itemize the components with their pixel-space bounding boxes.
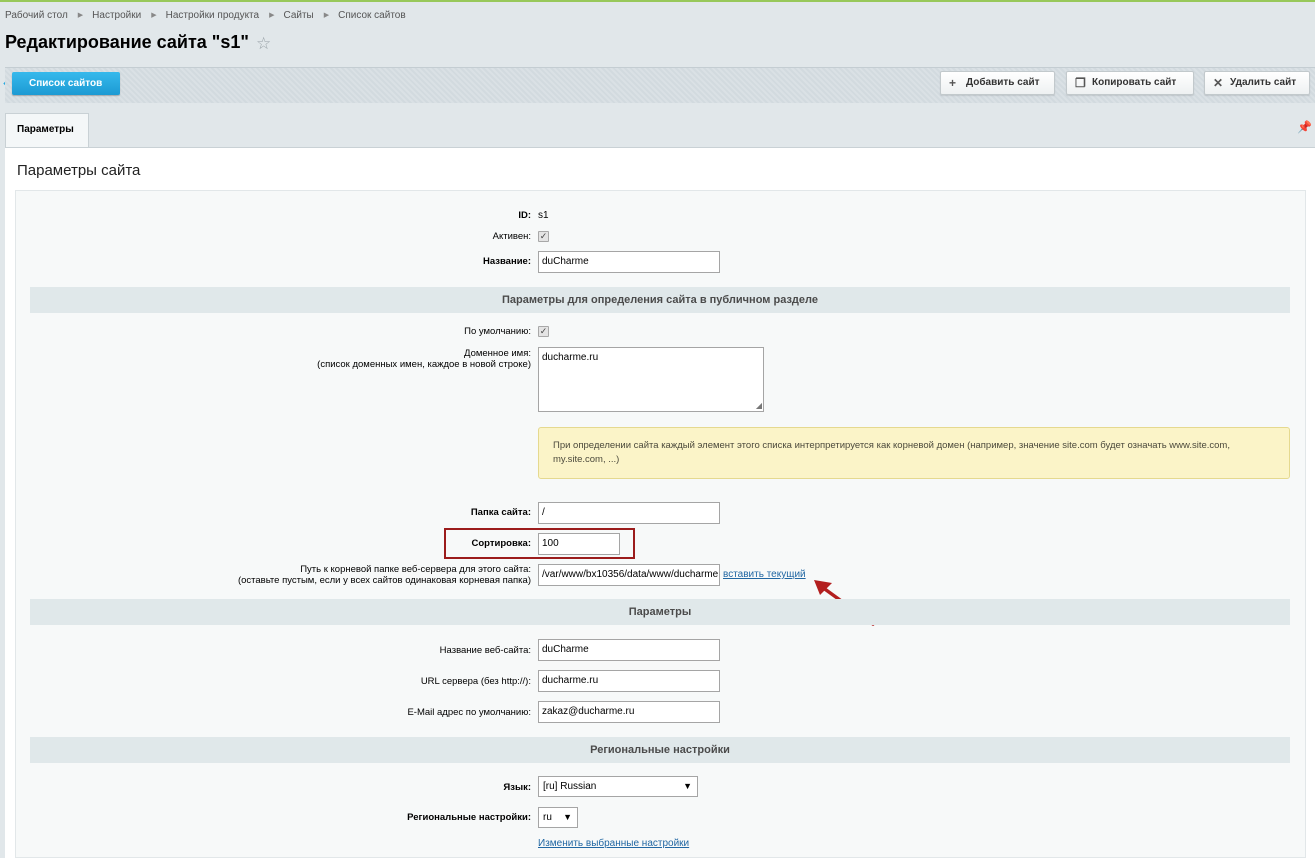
email-label: E-Mail адрес по умолчанию: bbox=[407, 707, 531, 718]
breadcrumb-item[interactable]: Настройки продукта bbox=[166, 10, 259, 21]
language-label: Язык: bbox=[503, 782, 531, 793]
active-label: Активен: bbox=[492, 231, 531, 242]
breadcrumb-separator-icon: ▶ bbox=[323, 12, 330, 19]
pin-icon[interactable]: 📌 bbox=[1297, 120, 1312, 134]
delete-site-button[interactable]: ✕ Удалить сайт bbox=[1204, 71, 1310, 95]
section-header-params: Параметры bbox=[30, 599, 1290, 625]
copy-icon: ❐ bbox=[1075, 76, 1086, 90]
copy-site-button[interactable]: ❐ Копировать сайт bbox=[1066, 71, 1194, 95]
server-url-input[interactable]: ducharme.ru bbox=[538, 670, 720, 692]
site-name-label: Название веб-сайта: bbox=[439, 645, 531, 656]
breadcrumb-item[interactable]: Сайты bbox=[283, 10, 313, 21]
resize-grip-icon[interactable]: ◢ bbox=[756, 402, 762, 410]
name-input[interactable]: duCharme bbox=[538, 251, 720, 273]
id-label: ID: bbox=[518, 210, 531, 221]
name-label: Название: bbox=[482, 256, 531, 267]
dropdown-arrow-icon: ▼ bbox=[563, 812, 572, 822]
add-site-button[interactable]: + Добавить сайт bbox=[940, 71, 1055, 95]
regional-select[interactable]: ru ▼ bbox=[538, 807, 578, 828]
delete-site-label: Удалить сайт bbox=[1230, 77, 1297, 88]
plus-icon: + bbox=[949, 76, 957, 90]
change-settings-link[interactable]: Изменить выбранные настройки bbox=[538, 838, 689, 849]
language-select[interactable]: [ru] Russian ▼ bbox=[538, 776, 698, 797]
breadcrumb-item[interactable]: Настройки bbox=[92, 10, 141, 21]
breadcrumb-item[interactable]: Рабочий стол bbox=[5, 10, 68, 21]
panel-title: Параметры сайта bbox=[17, 162, 141, 179]
tab-bar: Параметры 📌 bbox=[5, 113, 1315, 148]
domain-hint: При определении сайта каждый элемент это… bbox=[538, 427, 1290, 479]
section-header-public: Параметры для определения сайта в публич… bbox=[30, 287, 1290, 313]
active-checkbox[interactable]: ✓ bbox=[538, 231, 549, 242]
breadcrumb-item[interactable]: Список сайтов bbox=[338, 10, 406, 21]
docroot-input[interactable]: /var/www/bx10356/data/www/ducharme.ru bbox=[538, 564, 720, 586]
folder-label: Папка сайта: bbox=[470, 507, 531, 518]
docroot-sublabel: (оставьте пустым, если у всех сайтов оди… bbox=[237, 575, 531, 586]
close-icon: ✕ bbox=[1213, 76, 1224, 90]
site-list-back-button[interactable]: Список сайтов bbox=[12, 72, 120, 95]
add-site-label: Добавить сайт bbox=[966, 77, 1040, 88]
insert-current-link[interactable]: вставить текущий bbox=[723, 569, 806, 580]
email-input[interactable]: zakaz@ducharme.ru bbox=[538, 701, 720, 723]
breadcrumb: Рабочий стол ▶ Настройки ▶ Настройки продукт… bbox=[5, 10, 406, 21]
breadcrumb-separator-icon: ▶ bbox=[151, 12, 157, 19]
default-checkbox[interactable]: ✓ bbox=[538, 326, 549, 337]
section-header-regional: Региональные настройки bbox=[30, 737, 1290, 763]
domain-label: Доменное имя: bbox=[464, 348, 531, 359]
domain-sublabel: (список доменных имен, каждое в новой ст… bbox=[317, 359, 531, 370]
default-label: По умолчанию: bbox=[464, 326, 531, 337]
site-name-input[interactable]: duCharme bbox=[538, 639, 720, 661]
tab-parameters[interactable]: Параметры bbox=[5, 113, 89, 148]
folder-input[interactable]: / bbox=[538, 502, 720, 524]
copy-site-label: Копировать сайт bbox=[1092, 77, 1177, 88]
favorite-star-icon[interactable]: ☆ bbox=[256, 34, 271, 54]
server-url-label: URL сервера (без http://): bbox=[420, 676, 531, 687]
docroot-label: Путь к корневой папке веб-сервера для эт… bbox=[300, 564, 531, 575]
top-accent-line bbox=[0, 0, 1315, 2]
domain-textarea[interactable]: ducharme.ru ◢ bbox=[538, 347, 764, 412]
sort-highlight-annotation bbox=[444, 528, 635, 559]
breadcrumb-separator-icon: ▶ bbox=[269, 12, 275, 19]
language-value: [ru] Russian bbox=[543, 781, 597, 792]
regional-label: Региональные настройки: bbox=[407, 812, 531, 823]
domain-value: ducharme.ru bbox=[542, 352, 599, 363]
id-value: s1 bbox=[538, 210, 549, 221]
page-title: Редактирование сайта "s1" bbox=[5, 32, 249, 52]
regional-value: ru bbox=[543, 812, 552, 823]
dropdown-arrow-icon: ▼ bbox=[683, 781, 692, 791]
breadcrumb-separator-icon: ▶ bbox=[77, 12, 84, 19]
